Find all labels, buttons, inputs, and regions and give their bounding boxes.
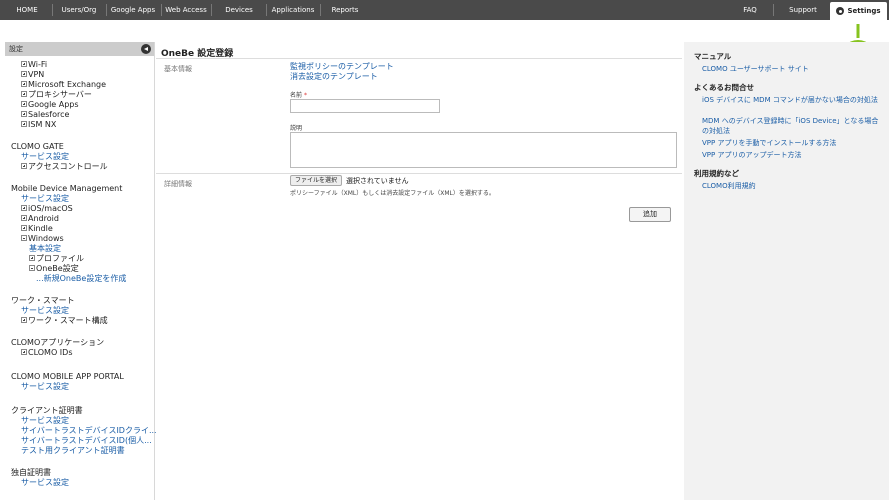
expand-icon[interactable]: [21, 349, 27, 355]
terms-heading: 利用規約など: [694, 169, 739, 178]
expand-icon[interactable]: [21, 215, 27, 221]
sidebar-item-ismnx[interactable]: ISM NX: [21, 120, 56, 130]
sidebar-section-own-cert: 独自証明書: [11, 468, 51, 477]
settings-label: Settings: [847, 7, 881, 15]
sidebar-item-ws-service[interactable]: サービス設定: [21, 306, 69, 316]
nav-divider: [266, 4, 267, 16]
sidebar-item-windows[interactable]: Windows: [21, 234, 64, 244]
description-textarea[interactable]: [290, 132, 677, 168]
nav-faq[interactable]: FAQ: [730, 0, 770, 20]
nav-divider: [106, 4, 107, 16]
no-file-selected-text: 選択されていません: [346, 177, 409, 185]
faq-link-vpp-install[interactable]: VPP アプリを手動でインストールする方法: [702, 138, 884, 148]
sidebar-section-client-cert: クライアント証明書: [11, 406, 83, 415]
manual-heading: マニュアル: [694, 52, 732, 61]
nav-users-org[interactable]: Users/Org: [54, 0, 104, 20]
sidebar-item-mdm-service[interactable]: サービス設定: [21, 194, 69, 204]
sidebar-item-android[interactable]: Android: [21, 214, 59, 224]
sidebar-item-kindle[interactable]: Kindle: [21, 224, 53, 234]
sidebar-item-own-service[interactable]: サービス設定: [21, 478, 69, 488]
name-label: 名前 *: [290, 92, 307, 99]
nav-divider: [773, 4, 774, 16]
collapse-sidebar-icon[interactable]: [141, 44, 151, 54]
nav-google-apps[interactable]: Google Apps: [108, 0, 158, 20]
sidebar-item-ios[interactable]: iOS/macOS: [21, 204, 73, 214]
nav-reports[interactable]: Reports: [322, 0, 368, 20]
expand-icon[interactable]: [29, 255, 35, 261]
nav-divider: [320, 4, 321, 16]
divider: [156, 173, 682, 174]
detail-info-label: 詳細情報: [164, 180, 192, 188]
expand-icon[interactable]: [21, 101, 27, 107]
sidebar-item-salesforce[interactable]: Salesforce: [21, 110, 69, 120]
expand-icon[interactable]: [21, 71, 27, 77]
sidebar-item-gate-service[interactable]: サービス設定: [21, 152, 69, 162]
divider: [156, 58, 682, 59]
sidebar-item-cert-service[interactable]: サービス設定: [21, 416, 69, 426]
sidebar-item-portal-service[interactable]: サービス設定: [21, 382, 69, 392]
collapse-icon[interactable]: [29, 265, 35, 271]
nav-web-access[interactable]: Web Access: [163, 0, 209, 20]
required-mark: *: [303, 92, 307, 99]
sidebar-item-new-onebe[interactable]: ...新規OneBe設定を作成: [36, 274, 126, 284]
sidebar-item-exchange[interactable]: Microsoft Exchange: [21, 80, 106, 90]
description-label: 説明: [290, 125, 303, 132]
sidebar-item-clomo-ids[interactable]: CLOMO IDs: [21, 348, 72, 358]
nav-divider: [161, 4, 162, 16]
sidebar-item-proxy[interactable]: プロキシサーバー: [21, 90, 92, 100]
faq-link-mdm-command[interactable]: iOS デバイスに MDM コマンドが届かない場合の対処法: [702, 95, 884, 105]
nav-support[interactable]: Support: [776, 0, 830, 20]
gear-icon: [836, 7, 845, 15]
collapse-icon[interactable]: [21, 235, 27, 241]
expand-icon[interactable]: [21, 91, 27, 97]
sidebar-item-ws-config[interactable]: ワーク・スマート構成: [21, 316, 108, 326]
sidebar-item-cybertrust-personal[interactable]: サイバートラストデバイスID(個人...: [21, 436, 152, 446]
sidebar-section-mdm: Mobile Device Management: [11, 184, 123, 193]
sidebar-item-vpn[interactable]: VPN: [21, 70, 44, 80]
wipe-template-link[interactable]: 消去設定のテンプレート: [290, 71, 378, 82]
nav-applications[interactable]: Applications: [268, 0, 318, 20]
sidebar-item-windows-basic[interactable]: 基本設定: [29, 244, 61, 254]
file-hint-text: ポリシーファイル（XML）もしくは消去設定ファイル（XML）を選択する。: [290, 190, 495, 197]
sidebar-item-cybertrust-client[interactable]: サイバートラストデバイスIDクライ...: [21, 426, 157, 436]
sidebar-section-work-smart: ワーク・スマート: [11, 296, 75, 305]
faq-heading: よくあるお問合せ: [694, 83, 754, 92]
user-support-site-link[interactable]: CLOMO ユーザーサポート サイト: [702, 64, 884, 74]
choose-file-button[interactable]: ファイルを選択: [290, 175, 343, 186]
expand-icon[interactable]: [21, 121, 27, 127]
main-content: OneBe 設定登録 基本情報 監視ポリシーのテンプレート 消去設定のテンプレー…: [156, 42, 682, 500]
help-panel: マニュアル CLOMO ユーザーサポート サイト よくあるお問合せ iOS デバ…: [684, 42, 889, 500]
nav-home[interactable]: HOME: [4, 0, 50, 20]
add-button[interactable]: 追加: [629, 207, 671, 222]
sidebar-item-google-apps[interactable]: Google Apps: [21, 100, 79, 110]
sidebar-item-wifi[interactable]: Wi-Fi: [21, 60, 47, 70]
name-input[interactable]: [290, 99, 440, 113]
sidebar-section-app-portal: CLOMO MOBILE APP PORTAL: [11, 372, 124, 381]
sidebar-header: 設定: [5, 42, 154, 56]
expand-icon[interactable]: [21, 81, 27, 87]
nav-divider: [211, 4, 212, 16]
nav-devices[interactable]: Devices: [213, 0, 265, 20]
expand-icon[interactable]: [21, 163, 27, 169]
expand-icon[interactable]: [21, 225, 27, 231]
faq-link-ios-device[interactable]: MDM へのデバイス登録時に「iOS Device」となる場合の対処法: [702, 116, 884, 136]
nav-divider: [52, 4, 53, 16]
expand-icon[interactable]: [21, 111, 27, 117]
nav-settings-tab[interactable]: Settings: [830, 2, 887, 20]
terms-link[interactable]: CLOMO利用規約: [702, 181, 884, 191]
basic-info-label: 基本情報: [164, 65, 192, 73]
top-navigation-bar: HOME Users/Org Google Apps Web Access De…: [0, 0, 889, 20]
faq-link-vpp-update[interactable]: VPP アプリのアップデート方法: [702, 150, 884, 160]
sidebar-item-test-cert[interactable]: テスト用クライアント証明書: [21, 446, 125, 456]
expand-icon[interactable]: [21, 205, 27, 211]
sidebar-item-access-control[interactable]: アクセスコントロール: [21, 162, 108, 172]
sidebar-title: 設定: [9, 45, 23, 53]
sidebar-section-clomo-apps: CLOMOアプリケーション: [11, 338, 105, 347]
sidebar-item-onebe[interactable]: OneBe設定: [29, 264, 79, 274]
sidebar-section-clomo-gate: CLOMO GATE: [11, 142, 64, 151]
settings-sidebar: 設定 Wi-Fi VPN Microsoft Exchange プロキシサーバー…: [5, 42, 157, 500]
expand-icon[interactable]: [21, 317, 27, 323]
sidebar-item-windows-profile[interactable]: プロファイル: [29, 254, 84, 264]
expand-icon[interactable]: [21, 61, 27, 67]
